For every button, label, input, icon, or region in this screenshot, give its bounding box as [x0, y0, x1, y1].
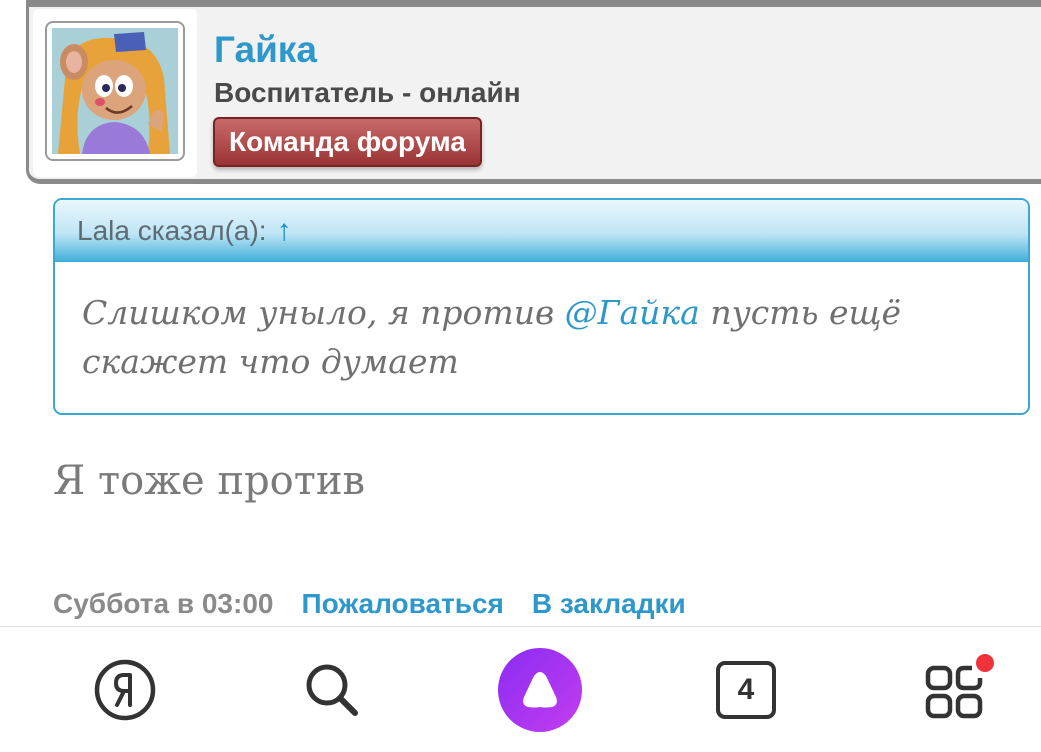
- post-footer: Суббота в 03:00 Пожаловаться В закладки: [53, 588, 686, 620]
- quote-text-before: Слишком уныло, я против: [82, 293, 555, 332]
- notification-dot: [976, 654, 994, 672]
- avatar[interactable]: [45, 21, 185, 161]
- alice-assistant-icon: [498, 648, 582, 732]
- tabs-button[interactable]: 4: [696, 627, 796, 752]
- quote-text: Слишком уныло, я против @Гайка пусть ещё…: [55, 262, 1028, 386]
- post-author-card: Гайка Воспитатель - онлайн Команда форум…: [26, 0, 1041, 184]
- apps-grid-icon: [925, 654, 994, 719]
- quote-block: Lala сказал(а): ↑ Слишком уныло, я проти…: [53, 198, 1030, 415]
- yandex-logo-icon: [94, 659, 156, 721]
- search-button[interactable]: [282, 627, 382, 752]
- bookmark-link[interactable]: В закладки: [532, 588, 686, 620]
- mention-link[interactable]: @Гайка: [565, 293, 700, 332]
- yandex-home-button[interactable]: [75, 627, 175, 752]
- jump-to-quote-icon[interactable]: ↑: [277, 214, 292, 248]
- search-icon: [306, 664, 358, 716]
- author-name[interactable]: Гайка: [214, 29, 317, 71]
- post-body: Я тоже против: [53, 458, 366, 504]
- bottom-navigation-bar: 4: [0, 626, 1041, 752]
- alice-assistant-button[interactable]: [490, 627, 590, 752]
- post-date[interactable]: Суббота в 03:00: [53, 588, 273, 620]
- report-link[interactable]: Пожаловаться: [301, 588, 503, 620]
- avatar-image: [52, 28, 178, 154]
- avatar-frame: [33, 9, 197, 177]
- tabs-count: 4: [716, 661, 776, 719]
- services-button[interactable]: [904, 627, 1004, 752]
- quote-header[interactable]: Lala сказал(а): ↑: [55, 200, 1028, 262]
- author-title: Воспитатель - онлайн: [214, 77, 521, 108]
- quote-author-label: Lala сказал(а):: [77, 214, 267, 246]
- author-badge: Команда форума: [213, 117, 482, 167]
